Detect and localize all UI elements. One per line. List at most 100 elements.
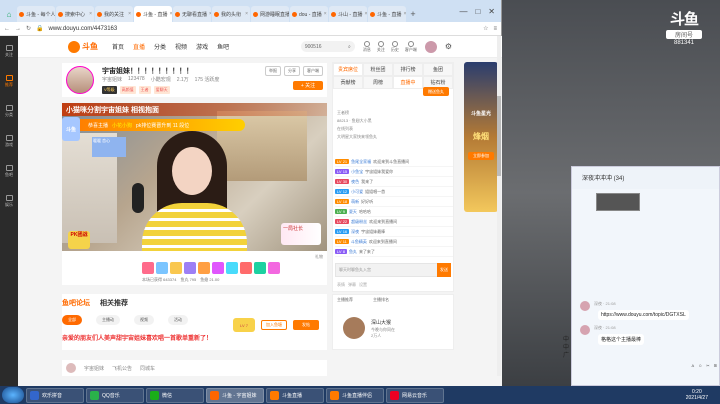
maximize-icon[interactable]: □: [475, 7, 480, 16]
filter-chip[interactable]: 视频: [134, 315, 154, 325]
taskbar-item[interactable]: 网易云音乐: [386, 387, 444, 403]
gift-icon[interactable]: [184, 262, 196, 274]
gear-icon[interactable]: ⚙: [445, 42, 452, 51]
recommend-tab[interactable]: 主播排名: [373, 297, 389, 303]
nav-link[interactable]: 直播: [133, 45, 145, 51]
nav-link[interactable]: 视频: [175, 45, 187, 51]
chat-tab[interactable]: 粉丝团: [363, 63, 393, 76]
ad-button[interactable]: 立即参加: [468, 152, 494, 160]
taskbar-item[interactable]: 欢乐拼音: [26, 387, 84, 403]
chat-tab[interactable]: 贵宾席位: [333, 63, 363, 76]
left-nav-item[interactable]: 推荐: [0, 66, 18, 96]
chat-username[interactable]: 鱼尾全家福: [351, 159, 371, 165]
close-icon[interactable]: ✕: [488, 7, 495, 16]
chat-rank-tab[interactable]: 贡献榜: [333, 76, 363, 89]
chat-input[interactable]: 聊天时聊鱼丸入宫: [335, 263, 439, 277]
chat-tab[interactable]: 排行榜: [393, 63, 423, 76]
gift-icon[interactable]: [254, 262, 266, 274]
browser-tab[interactable]: 斗鱼 - 每个人的直播平台×: [17, 6, 55, 22]
join-button[interactable]: 加入鱼塘: [261, 320, 287, 330]
gift-icon[interactable]: [240, 262, 252, 274]
chat-username[interactable]: 萌新: [351, 199, 359, 205]
scroll-thumb[interactable]: [497, 96, 501, 176]
left-nav-item[interactable]: 分类: [0, 96, 18, 126]
header-icon-button[interactable]: 消息: [363, 40, 371, 53]
chat-username[interactable]: 超级粉丝: [351, 219, 367, 225]
system-clock[interactable]: 0:20 2021/4/27: [686, 389, 720, 401]
minimize-icon[interactable]: —: [459, 7, 467, 16]
chat-send-button[interactable]: 发送: [437, 263, 451, 277]
room-action-button[interactable]: 分享: [284, 66, 300, 76]
chat-username[interactable]: 鱼丸: [349, 249, 357, 255]
chat-username[interactable]: 小可爱: [351, 189, 363, 195]
taskbar-item[interactable]: 微信: [146, 387, 204, 403]
chat-username[interactable]: 斗鱼精英: [351, 239, 367, 245]
browser-tab[interactable]: 我的头衔 ×: [212, 6, 250, 22]
tab-close-icon[interactable]: ×: [89, 11, 92, 17]
qq-tool-icon[interactable]: ✂: [706, 363, 709, 369]
tab-close-icon[interactable]: ×: [403, 11, 406, 17]
chat-username[interactable]: 小鱼宝: [351, 169, 363, 175]
star-icon[interactable]: ☆: [483, 25, 488, 32]
tab-close-icon[interactable]: ×: [209, 11, 211, 17]
footer-item[interactable]: 宇宙姐妹: [84, 365, 104, 372]
follow-button[interactable]: + 关注: [293, 81, 323, 90]
recommend-name[interactable]: 深山大猴: [371, 319, 391, 326]
footer-item[interactable]: 同城车: [140, 365, 155, 372]
recommend-tab[interactable]: 主播推荐: [337, 297, 353, 303]
browser-tab[interactable]: 我的关注 ×: [95, 6, 133, 22]
post-button[interactable]: 发帖: [293, 320, 319, 330]
left-nav-item[interactable]: 娱乐: [0, 186, 18, 216]
gift-icon[interactable]: [170, 262, 182, 274]
chat-rank-tab[interactable]: 直播中: [393, 76, 423, 89]
qq-avatar[interactable]: [580, 301, 590, 311]
back-icon[interactable]: ←: [4, 26, 10, 32]
community-headline[interactable]: 亲爱的朋友们人美声甜宇宙姐妹喜欢唱一首歌单重新了！: [62, 333, 327, 342]
user-avatar[interactable]: [424, 40, 437, 53]
browser-tab[interactable]: 搜索中心 ×: [56, 6, 94, 22]
gift-icon[interactable]: [268, 262, 280, 274]
gift-icon[interactable]: [226, 262, 238, 274]
taskbar-item[interactable]: QQ音乐: [86, 387, 144, 403]
browser-tab[interactable]: 斗鱼 - 直播 ×: [368, 6, 406, 22]
tab-close-icon[interactable]: ×: [324, 11, 327, 17]
nav-link[interactable]: 游戏: [196, 45, 208, 51]
home-icon[interactable]: ⌂: [2, 6, 16, 22]
forward-icon[interactable]: →: [15, 26, 21, 32]
search-input[interactable]: 900516 ⌕: [300, 41, 355, 52]
gift-icon[interactable]: [198, 262, 210, 274]
browser-tab[interactable]: 网游睡眠直播×: [251, 6, 289, 22]
filter-chip[interactable]: 全部: [62, 315, 82, 325]
chat-tab[interactable]: 鱼团: [423, 63, 453, 76]
chat-username[interactable]: 深夜: [351, 229, 359, 235]
nav-link[interactable]: 分类: [154, 45, 166, 51]
url-input[interactable]: www.douyu.com/4473163: [49, 26, 479, 32]
gift-icon[interactable]: [156, 262, 168, 274]
left-nav-item[interactable]: 游戏: [0, 126, 18, 156]
nav-link[interactable]: 首页: [112, 45, 124, 51]
site-logo[interactable]: 斗鱼: [68, 40, 98, 53]
anchor-avatar[interactable]: [66, 66, 94, 94]
recommend-avatar[interactable]: [343, 317, 365, 339]
tab-close-icon[interactable]: ×: [364, 11, 367, 17]
room-action-button[interactable]: 客户端: [303, 66, 323, 76]
community-tab[interactable]: 鱼吧论坛: [62, 298, 90, 308]
chat-footer-item[interactable]: 弹幕: [348, 282, 356, 288]
tab-close-icon[interactable]: ×: [128, 11, 131, 17]
side-ad[interactable]: 斗鱼星光 烽烟 立即参加: [464, 62, 498, 212]
browser-tab[interactable]: 斗鱼 - 直播 ×: [134, 6, 172, 22]
search-icon[interactable]: ⌕: [348, 44, 351, 50]
gift-icon[interactable]: [142, 262, 154, 274]
room-action-button[interactable]: 举报: [265, 66, 281, 76]
start-button[interactable]: [2, 387, 24, 403]
chat-footer-item[interactable]: 设置: [359, 282, 367, 288]
tab-close-icon[interactable]: ×: [245, 11, 248, 17]
chat-username[interactable]: 夏天: [349, 209, 357, 215]
header-icon-button[interactable]: 历史: [391, 40, 399, 53]
nav-link[interactable]: 鱼吧: [217, 45, 229, 51]
qq-tool-icon[interactable]: ⊞: [714, 363, 717, 369]
browser-tab[interactable]: 无聊看直播 ×: [173, 6, 211, 22]
taskbar-item[interactable]: 斗鱼直播: [266, 387, 324, 403]
reload-icon[interactable]: ↻: [26, 25, 31, 32]
gift-fishball-button[interactable]: 赠送鱼丸: [423, 87, 449, 96]
